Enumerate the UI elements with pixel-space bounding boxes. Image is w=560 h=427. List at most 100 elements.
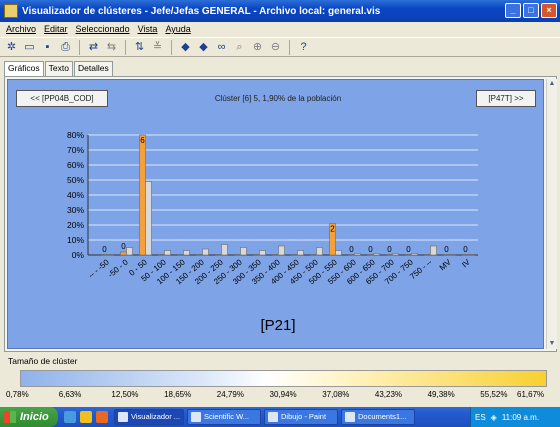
start-label: Inicio — [20, 411, 49, 423]
open-icon[interactable]: ▭ — [22, 40, 37, 55]
task-scientific[interactable]: Scientific W... — [187, 409, 261, 425]
new-icon[interactable]: ✲ — [4, 40, 19, 55]
quick-launch — [58, 411, 114, 423]
binoculars-icon[interactable]: ∞ — [214, 40, 229, 55]
y-tick-label: 60% — [67, 160, 84, 170]
data-label: 2 — [330, 225, 335, 234]
bar — [373, 253, 380, 256]
zoom-out-icon[interactable]: ⊖ — [268, 40, 283, 55]
size-tick-label: 6,63% — [58, 390, 82, 399]
filter-icon[interactable]: ≚ — [150, 40, 165, 55]
prev-variable-button[interactable]: << [PP04B_COD] — [16, 90, 108, 107]
menu-seleccionado[interactable]: Seleccionado — [76, 24, 130, 34]
print-icon[interactable]: ⎙ — [58, 40, 73, 55]
data-label: 0 — [102, 245, 107, 254]
app-window: Visualizador de clústeres - Jefe/Jefas G… — [0, 0, 560, 407]
tab-strip: Gráficos Texto Detalles — [4, 61, 114, 76]
data-label: 0 — [368, 245, 373, 254]
firefox-icon[interactable] — [96, 411, 108, 423]
y-tick-label: 30% — [67, 205, 84, 215]
toolbar-separator — [171, 39, 172, 55]
data-label: 0 — [444, 245, 449, 254]
swap-icon[interactable]: ⇄ — [86, 40, 101, 55]
bar — [215, 254, 222, 256]
bar — [158, 254, 165, 256]
data-label: 0 — [349, 245, 354, 254]
task-documents[interactable]: Documents1... — [341, 409, 415, 425]
menu-archivo[interactable]: Archivo — [6, 24, 36, 34]
system-tray: ES ◈ 11:09 a.m. — [470, 407, 560, 427]
bar — [392, 253, 399, 256]
bar — [145, 181, 152, 256]
bar — [253, 254, 260, 256]
bar — [411, 253, 418, 256]
y-tick-label: 10% — [67, 235, 84, 245]
scroll-down-icon[interactable]: ▼ — [547, 339, 557, 349]
bar — [291, 254, 298, 256]
tab-graficos[interactable]: Gráficos — [4, 61, 44, 76]
bar — [107, 254, 114, 256]
bar-chart: 0% 10% 20% 30% 40% 50% 60% 70% 80% 0 -- - -50 0 -50 … — [67, 130, 478, 334]
vertical-scrollbar[interactable]: ▲ ▼ — [546, 79, 557, 349]
arrow-right-icon[interactable]: ◆ — [196, 40, 211, 55]
menu-ayuda[interactable]: Ayuda — [165, 24, 190, 34]
clock: 11:09 a.m. — [501, 412, 540, 422]
toolbar-separator — [289, 39, 290, 55]
window-title: Visualizador de clústeres - Jefe/Jefas G… — [22, 5, 381, 17]
zoom-region-icon[interactable]: ⌕ — [232, 40, 247, 55]
y-tick-label: 50% — [67, 175, 84, 185]
y-tick-label: 20% — [67, 220, 84, 230]
sort-icon[interactable]: ⇅ — [132, 40, 147, 55]
language-indicator[interactable]: ES — [475, 413, 486, 422]
size-tick-label: 0,78% — [6, 390, 29, 399]
tab-texto[interactable]: Texto — [44, 61, 73, 76]
save-icon[interactable]: ▪ — [40, 40, 55, 55]
media-icon[interactable] — [80, 411, 92, 423]
x-tick-label: -50 - 0 — [106, 257, 130, 279]
cluster-size-label: Tamaño de clúster — [8, 356, 78, 366]
x-axis-title: [P21] — [260, 317, 295, 334]
bar — [278, 245, 285, 256]
chart-area: 0% 10% 20% 30% 40% 50% 60% 70% 80% 0 -- - -50 0 -50 … — [7, 79, 544, 349]
next-variable-button[interactable]: [P47T] >> — [476, 90, 536, 107]
network-icon[interactable]: ◈ — [491, 413, 497, 422]
y-tick-label: 40% — [67, 190, 84, 200]
size-tick-label: 43,23% — [374, 390, 403, 399]
title-bar[interactable]: Visualizador de clústeres - Jefe/Jefas G… — [0, 0, 560, 22]
minimize-button[interactable]: _ — [505, 3, 521, 18]
menu-bar: Archivo Editar Seleccionado Vista Ayuda — [0, 22, 560, 36]
size-tick-label: 18,65% — [164, 390, 192, 399]
close-button[interactable]: × — [541, 3, 557, 18]
data-label: 0 — [406, 245, 411, 254]
toolbar: ✲ ▭ ▪ ⎙ ⇄ ⇆ ⇅ ≚ ◆ ◆ ∞ ⌕ ⊕ ⊖ ? — [0, 37, 560, 57]
task-visualizador[interactable]: Visualizador ... — [114, 409, 184, 425]
size-tick-label: 37,08% — [322, 390, 350, 399]
bar — [335, 250, 342, 256]
maximize-button[interactable]: □ — [523, 3, 539, 18]
bar — [101, 254, 108, 256]
windows-logo-icon — [4, 411, 16, 423]
bar — [234, 254, 241, 256]
bar — [449, 254, 456, 256]
tab-detalles[interactable]: Detalles — [73, 61, 113, 76]
bar — [367, 254, 374, 256]
start-button[interactable]: Inicio — [0, 407, 58, 427]
x-tick-label: 750 - -- — [408, 257, 434, 281]
bar — [177, 254, 184, 256]
help-icon[interactable]: ? — [296, 40, 311, 55]
x-tick-label: IV — [460, 257, 472, 269]
bar — [354, 253, 361, 256]
task-paint[interactable]: Dibujo - Paint — [264, 409, 338, 425]
arrow-left-icon[interactable]: ◆ — [178, 40, 193, 55]
swap-back-icon[interactable]: ⇆ — [104, 40, 119, 55]
menu-vista[interactable]: Vista — [138, 24, 158, 34]
cluster-size-ticks: 0,78% 6,63% 12,50% 18,65% 24,79% 30,94% 37,08%… — [0, 390, 560, 400]
zoom-in-icon[interactable]: ⊕ — [250, 40, 265, 55]
size-tick-label: 55,52% — [480, 390, 508, 399]
bar — [386, 254, 393, 256]
menu-editar[interactable]: Editar — [44, 24, 68, 34]
scroll-up-icon[interactable]: ▲ — [547, 79, 557, 89]
ie-icon[interactable] — [64, 411, 76, 423]
bar — [462, 254, 469, 256]
bar — [183, 250, 190, 256]
